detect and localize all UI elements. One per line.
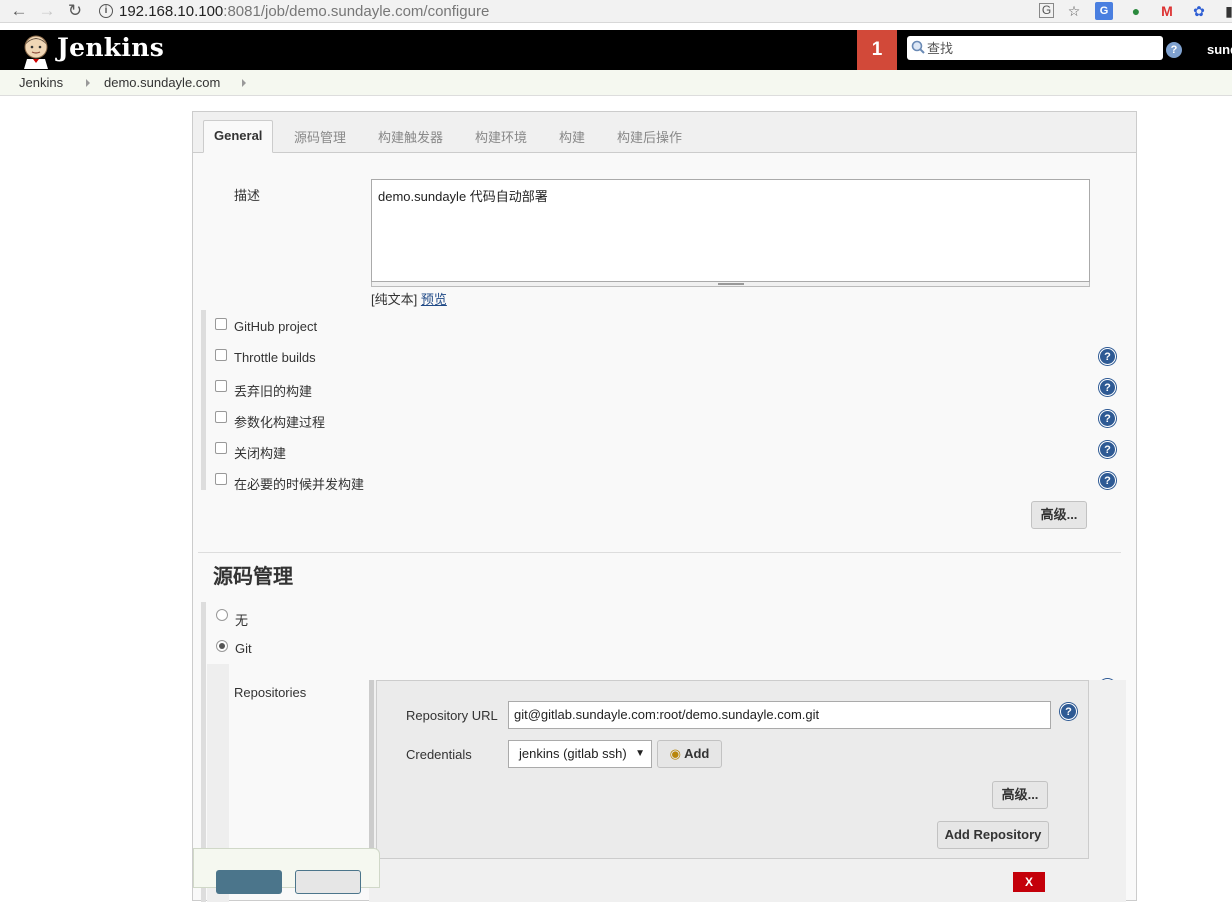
breadcrumb: Jenkins demo.sundayle.com <box>0 70 1232 96</box>
credentials-select[interactable]: jenkins (gitlab ssh) ▼ <box>508 740 652 768</box>
parameterized-build-label: 参数化构建过程 <box>234 415 326 430</box>
config-panel: General 源码管理 构建触发器 构建环境 构建 构建后操作 描述 demo… <box>192 111 1137 902</box>
save-button[interactable] <box>216 870 282 894</box>
back-icon[interactable]: ← <box>9 1 29 21</box>
preview-link[interactable]: 预览 <box>421 292 447 307</box>
help-icon[interactable]: ? <box>1099 472 1116 489</box>
help-icon[interactable]: ? <box>1099 441 1116 458</box>
breadcrumb-separator-icon[interactable] <box>242 79 246 87</box>
tab-post-build[interactable]: 构建后操作 <box>617 127 682 146</box>
throttle-builds-label: Throttle builds <box>234 350 316 365</box>
url-path: :8081/job/demo.sundayle.com/configure <box>223 3 490 20</box>
url-host: 192.168.10.100 <box>119 3 224 20</box>
add-credentials-button[interactable]: ◉ Add <box>657 740 722 768</box>
extension-icon[interactable]: ▮ <box>1220 2 1232 20</box>
notification-badge[interactable]: 1 <box>857 30 897 70</box>
search-input[interactable] <box>927 38 1157 58</box>
scm-git-label: Git <box>235 641 252 656</box>
tab-general[interactable]: General <box>203 120 274 153</box>
jenkins-butler-logo[interactable] <box>18 33 54 69</box>
key-icon: ◉ <box>669 746 681 761</box>
search-icon <box>911 40 925 54</box>
breadcrumb-separator-icon[interactable] <box>86 79 90 87</box>
options-section-bar <box>201 310 206 490</box>
tab-build-environment[interactable]: 构建环境 <box>475 127 527 146</box>
help-icon[interactable]: ? <box>1166 42 1182 58</box>
credentials-value: jenkins (gitlab ssh) <box>519 746 627 761</box>
forward-icon[interactable]: → <box>37 1 57 21</box>
advanced-button[interactable]: 高级... <box>1031 501 1087 529</box>
app-title[interactable]: Jenkins <box>57 33 164 62</box>
reload-icon[interactable]: ↻ <box>65 1 85 21</box>
section-divider <box>198 552 1121 553</box>
help-icon[interactable]: ? <box>1099 379 1116 396</box>
star-icon[interactable]: ☆ <box>1065 2 1083 20</box>
add-credentials-label: Add <box>684 746 710 761</box>
throttle-builds-checkbox[interactable] <box>215 349 227 361</box>
address-bar[interactable]: 192.168.10.100:8081/job/demo.sundayle.co… <box>119 3 489 20</box>
info-icon[interactable]: i <box>99 4 113 18</box>
github-project-checkbox[interactable] <box>215 318 227 330</box>
discard-old-builds-label: 丢弃旧的构建 <box>234 384 313 399</box>
delete-repository-button[interactable]: X <box>1013 872 1045 892</box>
parameterized-build-checkbox[interactable] <box>215 411 227 423</box>
google-translate-extension-icon[interactable]: G <box>1095 2 1113 20</box>
scm-git-radio[interactable] <box>216 640 228 652</box>
user-name-link[interactable]: sundayle <box>1207 42 1232 57</box>
tab-build-triggers[interactable]: 构建触发器 <box>378 127 443 146</box>
mail-extension-icon[interactable]: M <box>1158 2 1176 20</box>
description-label: 描述 <box>234 188 261 203</box>
text-format-row: [纯文本] 预览 <box>371 289 447 308</box>
repo-advanced-button[interactable]: 高级... <box>992 781 1048 809</box>
scm-none-label: 无 <box>235 613 249 628</box>
github-project-label: GitHub project <box>234 319 318 334</box>
repository-url-input[interactable]: git@gitlab.sundayle.com:root/demo.sunday… <box>508 701 1051 729</box>
browser-toolbar: ← → ↻ i 192.168.10.100:8081/job/demo.sun… <box>0 0 1232 23</box>
breadcrumb-jenkins[interactable]: Jenkins <box>19 75 63 90</box>
paw-extension-icon[interactable]: ✿ <box>1190 2 1208 20</box>
disable-build-checkbox[interactable] <box>215 442 227 454</box>
translate-icon[interactable]: G <box>1039 3 1054 18</box>
search-box <box>907 36 1163 60</box>
config-tabs: General 源码管理 构建触发器 构建环境 构建 构建后操作 <box>193 112 1136 153</box>
help-icon[interactable]: ? <box>1060 703 1077 720</box>
breadcrumb-job[interactable]: demo.sundayle.com <box>104 75 220 90</box>
repository-url-label: Repository URL <box>406 708 498 723</box>
tab-build[interactable]: 构建 <box>559 127 585 146</box>
help-icon[interactable]: ? <box>1099 410 1116 427</box>
bottom-action-bar <box>193 848 380 894</box>
credentials-label: Credentials <box>406 747 472 762</box>
globe-extension-icon[interactable]: ● <box>1127 2 1145 20</box>
concurrent-builds-label: 在必要的时候并发构建 <box>234 477 365 492</box>
description-textarea[interactable]: demo.sundayle 代码自动部署 <box>371 179 1090 282</box>
apply-button[interactable] <box>295 870 361 894</box>
jenkins-header: Jenkins 1 ? sundayle <box>0 30 1232 70</box>
textarea-resize-handle[interactable] <box>371 282 1090 287</box>
add-repository-button[interactable]: Add Repository <box>937 821 1049 849</box>
scm-none-radio[interactable] <box>216 609 228 621</box>
repository-bar <box>369 680 374 859</box>
tab-scm[interactable]: 源码管理 <box>294 127 346 146</box>
repositories-label: Repositories <box>234 685 307 700</box>
help-icon[interactable]: ? <box>1099 348 1116 365</box>
discard-old-builds-checkbox[interactable] <box>215 380 227 392</box>
chevron-down-icon: ▼ <box>635 748 645 759</box>
concurrent-builds-checkbox[interactable] <box>215 473 227 485</box>
text-format-label: [纯文本] <box>371 292 418 307</box>
disable-build-label: 关闭构建 <box>234 446 287 461</box>
scm-section-title: 源码管理 <box>213 566 293 588</box>
